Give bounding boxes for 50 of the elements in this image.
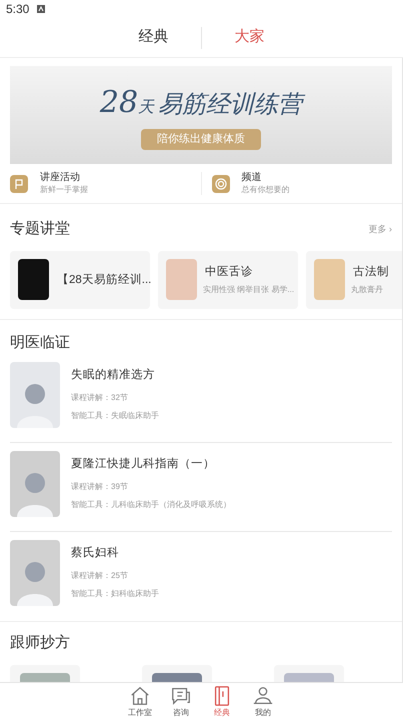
quick-link[interactable]: 频道 总有你想要的 [200,172,402,195]
status-time: 5:30 [6,1,30,18]
lecture-subtitle: 实用性强 纲举目张 易学... [203,284,294,296]
section-title: 明医临证 [9,332,71,352]
home-icon [129,685,151,707]
lecture-card[interactable]: 中医舌诊 实用性强 纲举目张 易学... [158,250,298,308]
course-tool: 智能工具：失眠临床助手 [71,410,159,422]
lecture-card[interactable]: 古法制 丸散膏丹 [306,250,402,308]
section-title: 专题讲堂 [10,219,70,239]
nav-tab[interactable]: 我的 [247,683,279,720]
lecture-title: 【28天易筋经训... [56,272,152,288]
course-lessons: 课程讲解：39节 [71,481,129,494]
nav-tab[interactable]: 经典 [206,683,238,720]
course-tool: 智能工具：妇科临床助手 [71,588,159,600]
course-title: 失眠的精准选方 [71,367,156,383]
course-tool: 智能工具：儿科临床助手（消化及呼吸系统） [71,499,231,512]
user-icon [252,685,274,707]
channel-icon [212,174,230,192]
lecture-title: 中医舌诊 [204,264,254,280]
lecture-subtitle: 丸散膏丹 [351,284,384,296]
lecture-title: 古法制 [352,264,390,280]
thumbnail-placeholder [314,259,345,300]
course-row[interactable]: 夏隆江快捷儿科指南（一） 课程讲解：39节 智能工具：儿科临床助手（消化及呼吸系统） [10,443,392,532]
top-tab[interactable]: 大家 [202,26,297,49]
banner[interactable]: 28天 易筋经训练营 陪你练出健康体质 [10,66,392,164]
course-row[interactable]: 蔡氏妇科 课程讲解：25节 智能工具：妇科临床助手 [10,532,392,621]
flag-icon [10,174,28,192]
nav-tab[interactable]: 咨询 [165,683,197,720]
lecture-card[interactable]: 【28天易筋经训... [10,250,150,308]
section-title: 跟师抄方 [9,633,71,653]
nav-tab[interactable]: 工作室 [124,683,156,720]
thumbnail-placeholder [18,259,49,300]
chat-icon [170,685,192,707]
course-title: 夏隆江快捷儿科指南（一） [71,456,216,472]
course-row[interactable]: 失眠的精准选方 课程讲解：32节 智能工具：失眠临床助手 [10,354,392,443]
banner-subtitle: 陪你练出健康体质 [141,129,261,150]
course-lessons: 课程讲解：32节 [71,392,129,404]
quick-link-title: 频道 [242,172,262,185]
portrait-placeholder [10,362,60,428]
portrait-placeholder [10,540,60,606]
top-tab[interactable]: 经典 [106,26,201,49]
notification-icon [37,5,46,13]
quick-link-subtitle: 新鲜一手掌握 [40,184,88,195]
quick-link-subtitle: 总有你想要的 [242,184,290,195]
portrait-placeholder [10,451,60,517]
quick-link[interactable]: 讲座活动 新鲜一手掌握 [0,172,200,195]
thumbnail-placeholder [166,259,197,300]
course-lessons: 课程讲解：25节 [71,570,129,582]
course-title: 蔡氏妇科 [71,546,120,561]
quick-link-title: 讲座活动 [40,172,81,185]
